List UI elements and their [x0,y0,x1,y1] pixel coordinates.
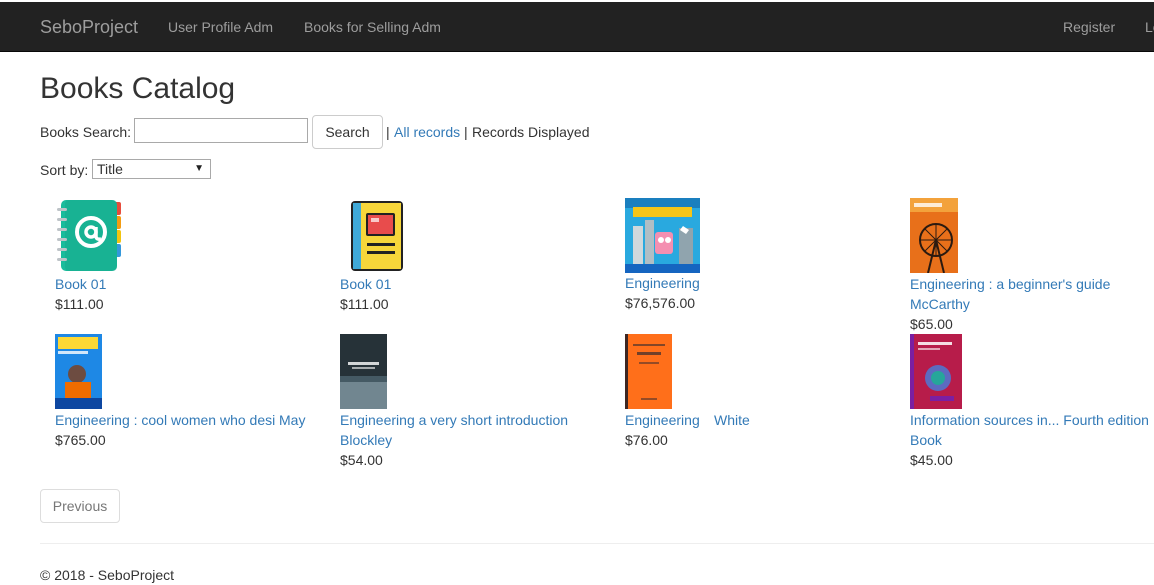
engineering-cartoon-cover[interactable] [625,198,700,273]
book-title-link[interactable]: Engineering a very short introduction [340,412,568,428]
search-input[interactable] [134,118,308,143]
book-author-link[interactable]: Blockley [340,432,392,448]
chevron-down-icon: ▼ [194,163,204,174]
address-book-icon[interactable] [55,198,123,273]
book-author-link[interactable]: Book [910,432,942,448]
navbar: SeboProject User Profile Adm Books for S… [0,2,1154,52]
book-title-link[interactable]: Information sources in... Fourth edition [910,412,1149,428]
separator: | [386,124,390,140]
book-title-link[interactable]: Engineering : a beginner's guide [910,276,1110,292]
information-sources-cover[interactable] [910,334,962,409]
previous-button[interactable]: Previous [40,489,120,523]
book-price: $45.00 [910,452,953,468]
sort-select[interactable]: Title ▼ [92,159,211,179]
book-price: $765.00 [55,432,106,448]
search-button[interactable]: Search [312,115,383,149]
orange-cover[interactable] [625,334,672,409]
all-records-link[interactable]: All records [394,124,460,140]
nav-register[interactable]: Register [1063,19,1115,35]
book-price: $54.00 [340,452,383,468]
book-title-link[interactable]: Engineering : cool women who desi [55,412,275,428]
short-introduction-cover[interactable] [340,334,387,409]
book-title-link[interactable]: Book 01 [55,276,106,292]
book-price: $76,576.00 [625,295,696,311]
search-label: Books Search: [40,124,132,140]
book-price: $111.00 [340,296,389,312]
book-price: $65.00 [910,316,953,332]
book-price: $111.00 [55,296,104,312]
sort-label: Sort by: [40,162,89,178]
divider [40,543,1154,544]
brand-link[interactable]: SeboProject [40,17,138,38]
book-author-link[interactable]: May [279,412,305,428]
book-author-link[interactable]: White [714,412,750,428]
nav-log-in[interactable]: Log in [1145,19,1154,35]
notebook-icon[interactable] [340,198,405,273]
book-price: $76.00 [625,432,668,448]
page-title: Books Catalog [40,72,236,105]
book-title-link[interactable]: Engineering [625,412,700,428]
ferris-wheel-cover[interactable] [910,198,958,273]
cool-women-cover[interactable] [55,334,102,409]
sort-selected-value: Title [97,161,123,177]
nav-books-for-selling-adm[interactable]: Books for Selling Adm [304,19,441,35]
separator: | [464,124,468,140]
book-title-link[interactable]: Engineering [625,275,700,291]
nav-user-profile-adm[interactable]: User Profile Adm [168,19,273,35]
book-author-link[interactable]: McCarthy [910,296,970,312]
footer-text: © 2018 - SeboProject [40,567,175,583]
records-displayed-text: Records Displayed [472,124,590,140]
book-title-link[interactable]: Book 01 [340,276,391,292]
